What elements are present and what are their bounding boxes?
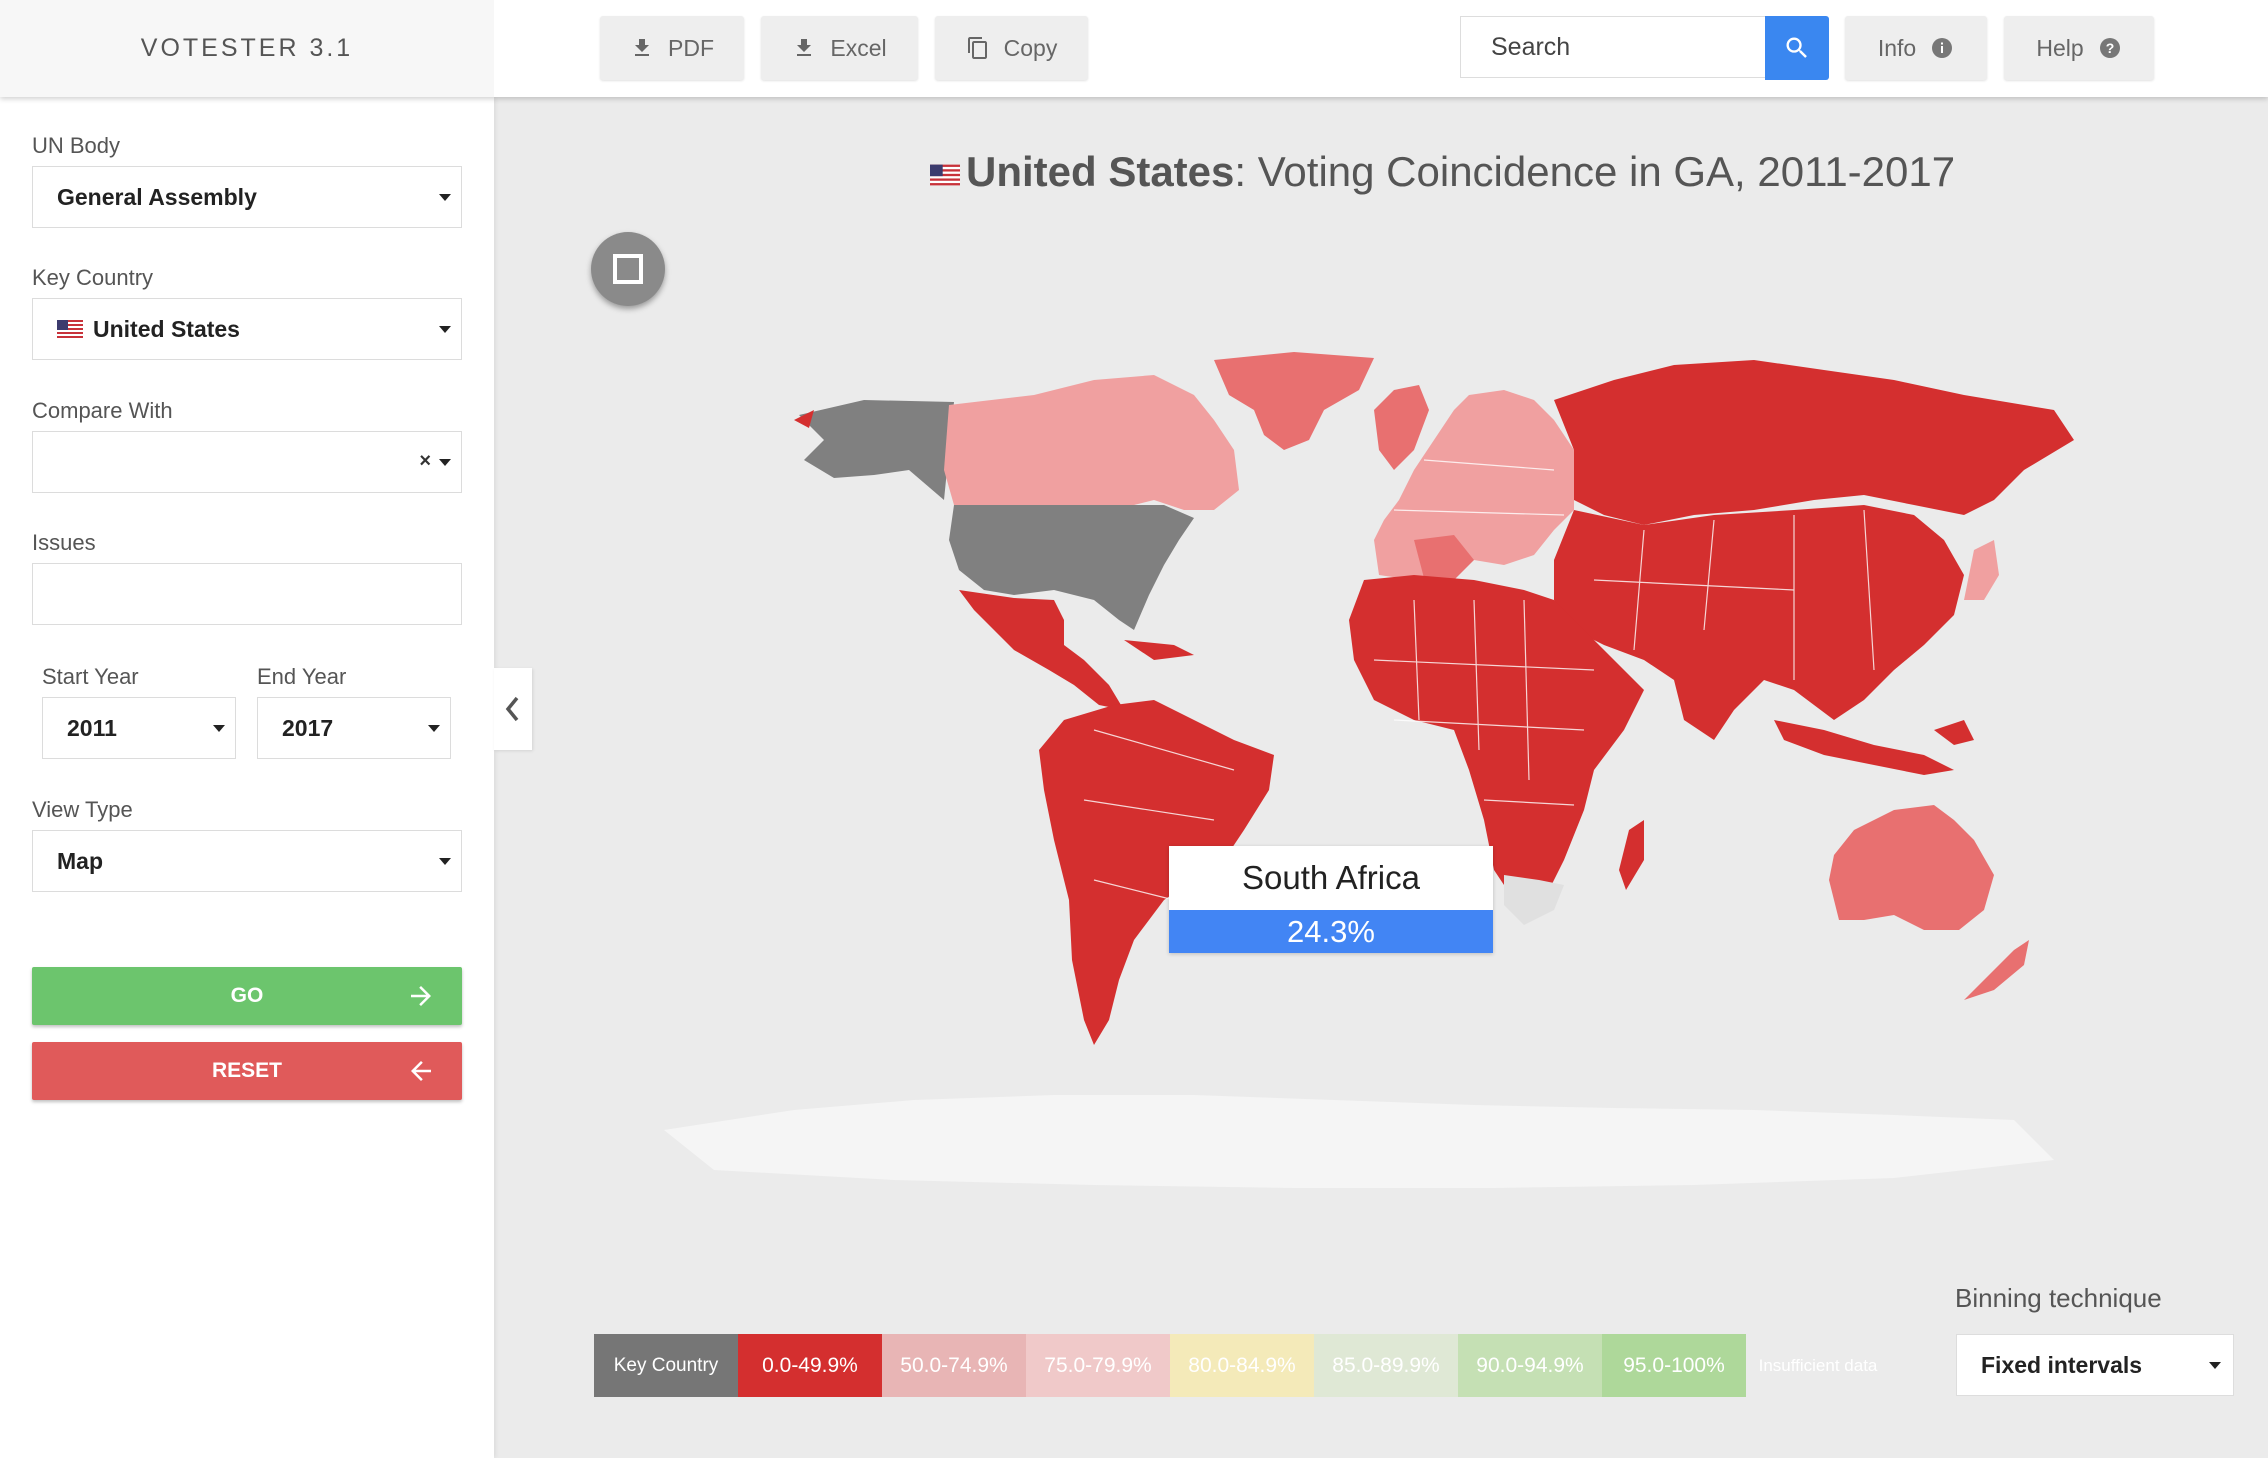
- view-type-label: View Type: [32, 797, 133, 822]
- reset-button[interactable]: RESET: [32, 1042, 462, 1100]
- excel-label: Excel: [830, 34, 887, 61]
- end-year-select[interactable]: 2017: [257, 697, 451, 759]
- tooltip-value: 24.3%: [1169, 910, 1493, 953]
- page-title: United States: Voting Coincidence in GA,…: [930, 148, 1955, 196]
- info-label: Info: [1877, 34, 1917, 61]
- chevron-down-icon: [439, 326, 451, 333]
- chevron-down-icon: [439, 858, 451, 865]
- help-icon: ?: [2099, 38, 2120, 58]
- country-tooltip: South Africa 24.3%: [1169, 846, 1493, 953]
- un-body-label: UN Body: [32, 133, 121, 158]
- arrow-right-icon: [411, 986, 431, 1006]
- go-button[interactable]: GO: [32, 967, 462, 1025]
- help-label: Help: [2036, 34, 2084, 61]
- legend-bin-95-100: 95.0-100%: [1602, 1334, 1746, 1397]
- legend-insufficient-data: Insufficient data: [1746, 1334, 1890, 1397]
- excel-button[interactable]: Excel: [761, 16, 918, 80]
- chevron-down-icon: [439, 459, 451, 466]
- info-button[interactable]: Info: [1845, 16, 1987, 80]
- copy-label: Copy: [1003, 34, 1058, 61]
- us-flag-icon: [930, 164, 960, 186]
- copy-icon: [967, 37, 987, 59]
- key-country-select[interactable]: United States: [32, 298, 462, 360]
- map-country-indonesia: [1774, 720, 1954, 775]
- start-year-label: Start Year: [42, 664, 139, 689]
- pdf-label: PDF: [668, 34, 714, 61]
- map-country-australia: [1829, 805, 1994, 930]
- download-icon: [635, 39, 649, 56]
- binning-value: Fixed intervals: [1981, 1351, 2143, 1378]
- pdf-button[interactable]: PDF: [600, 16, 744, 80]
- map-country-greenland: [1214, 352, 1374, 450]
- legend-bin-85-89: 85.0-89.9%: [1314, 1334, 1458, 1397]
- map-country-alaska: [799, 400, 954, 500]
- go-label: GO: [230, 984, 264, 1007]
- un-body-select[interactable]: General Assembly: [32, 166, 462, 228]
- key-country-label: Key Country: [32, 265, 154, 290]
- start-year-value: 2011: [67, 714, 117, 741]
- issues-label: Issues: [32, 530, 96, 555]
- clear-icon[interactable]: ×: [419, 450, 431, 473]
- map-antarctica: [664, 1095, 2054, 1188]
- view-type-select[interactable]: Map: [32, 830, 462, 892]
- legend-bin-90-94: 90.0-94.9%: [1458, 1334, 1602, 1397]
- svg-text:?: ?: [2105, 40, 2114, 56]
- download-icon: [797, 39, 812, 56]
- title-country: United States: [966, 148, 1235, 195]
- chevron-down-icon: [439, 194, 451, 201]
- compare-with-label: Compare With: [32, 398, 173, 423]
- map-country-mexico: [959, 590, 1124, 710]
- chevron-down-icon: [2209, 1362, 2221, 1369]
- app-title: VOTESTER 3.1: [0, 0, 494, 97]
- view-type-value: Map: [57, 847, 103, 874]
- legend: Key Country 0.0-49.9% 50.0-74.9% 75.0-79…: [594, 1334, 1890, 1397]
- tooltip-country: South Africa: [1242, 859, 1420, 896]
- legend-bin-75-79: 75.0-79.9%: [1026, 1334, 1170, 1397]
- copy-button[interactable]: Copy: [935, 16, 1088, 80]
- info-icon: [1932, 38, 1953, 58]
- start-year-select[interactable]: 2011: [42, 697, 236, 759]
- binning-label: Binning technique: [1955, 1283, 2162, 1313]
- reset-label: RESET: [211, 1059, 282, 1082]
- chevron-down-icon: [428, 725, 440, 732]
- issues-input[interactable]: [32, 563, 462, 625]
- chevron-down-icon: [213, 725, 225, 732]
- binning-select[interactable]: Fixed intervals: [1956, 1334, 2234, 1396]
- world-map[interactable]: [494, 300, 2268, 1200]
- help-button[interactable]: Help ?: [2004, 16, 2154, 80]
- un-body-value: General Assembly: [57, 183, 257, 210]
- key-country-value: United States: [93, 315, 240, 342]
- sidebar: UN Body General Assembly Key Country Uni…: [0, 97, 494, 1458]
- end-year-value: 2017: [282, 714, 334, 741]
- fullscreen-icon: [613, 254, 643, 284]
- map-country-canada: [944, 375, 1239, 510]
- arrow-left-icon: [411, 1061, 431, 1081]
- map-country-south-africa: [1504, 875, 1564, 925]
- map-country-russia: [1554, 360, 2074, 525]
- search-button[interactable]: [1765, 16, 1829, 80]
- legend-bin-50-74: 50.0-74.9%: [882, 1334, 1026, 1397]
- legend-key-country: Key Country: [594, 1334, 738, 1397]
- end-year-label: End Year: [257, 664, 347, 689]
- us-flag-icon: [57, 320, 83, 338]
- compare-with-select[interactable]: ×: [32, 431, 462, 493]
- search-icon: [1786, 37, 1807, 58]
- search-input[interactable]: [1460, 16, 1765, 78]
- fullscreen-button[interactable]: [591, 232, 665, 306]
- top-bar: VOTESTER 3.1 PDF Excel Copy Info Help ?: [0, 0, 2268, 97]
- title-rest: : Voting Coincidence in GA, 2011-2017: [1234, 148, 1956, 195]
- legend-bin-0-49: 0.0-49.9%: [738, 1334, 882, 1397]
- legend-bin-80-84: 80.0-84.9%: [1170, 1334, 1314, 1397]
